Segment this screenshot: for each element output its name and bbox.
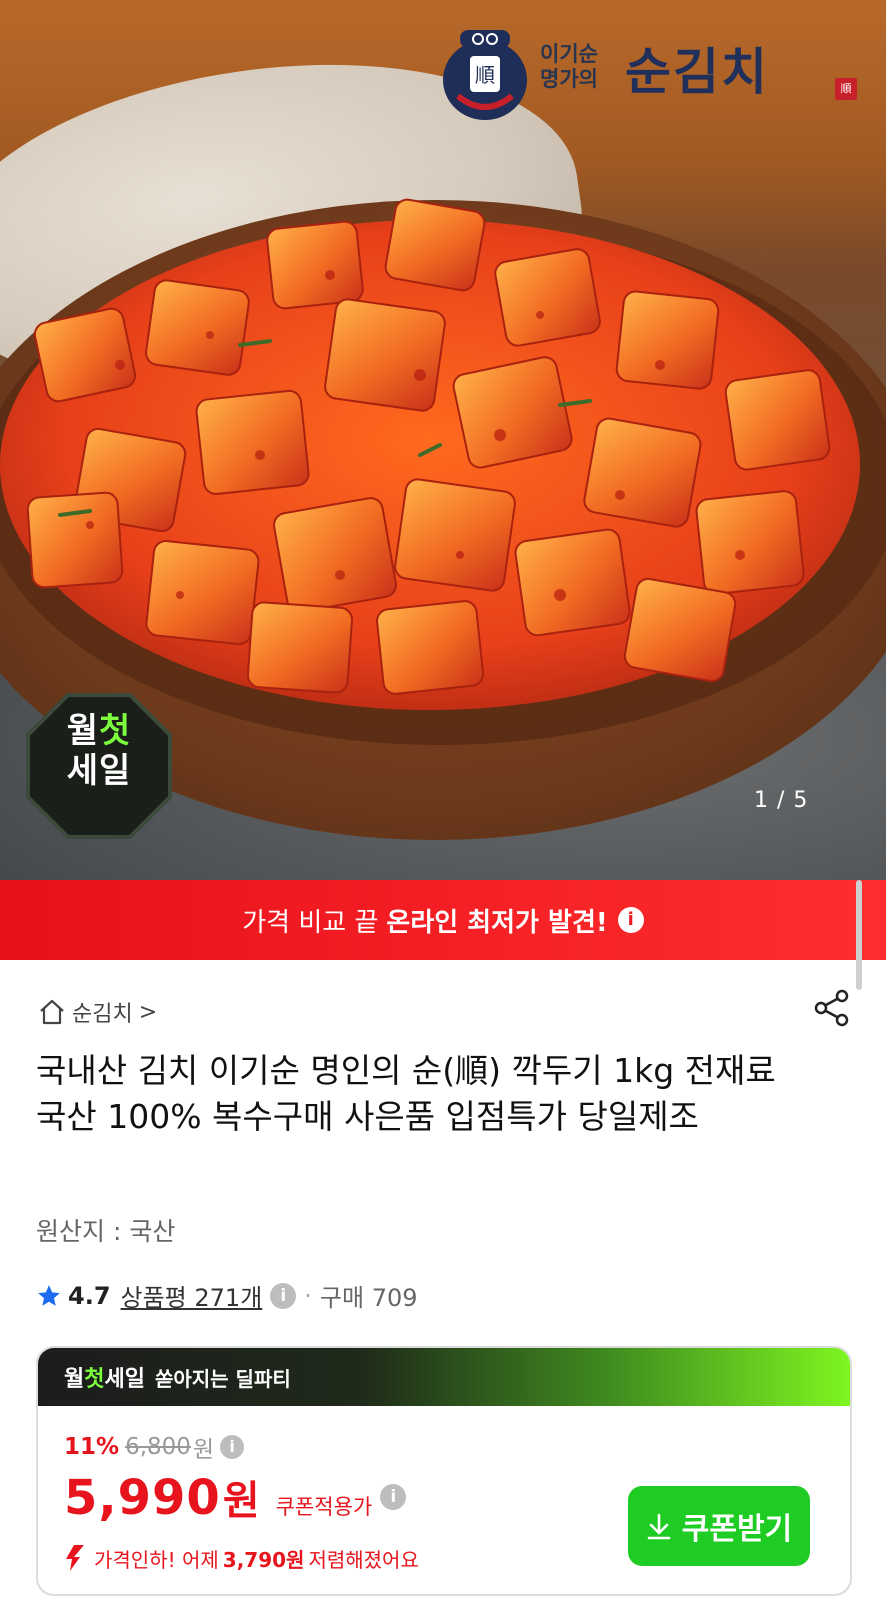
star-icon: [38, 1284, 60, 1306]
price-unit: 원: [222, 1478, 260, 1524]
product-origin: 원산지 : 국산: [36, 1217, 176, 1246]
separator: ·: [304, 1281, 312, 1310]
download-icon: [647, 1513, 671, 1540]
breadcrumb[interactable]: 순김치 >: [38, 996, 157, 1028]
scrollbar[interactable]: [856, 880, 862, 990]
deal-box: 월 첫 세일 쏟아지는 딜파티 11% 6,800 원 i 5,990 원 쿠폰적용…: [36, 1346, 852, 1596]
discount-percent: 11%: [64, 1434, 120, 1460]
sale-badge-text: 월첫 세일: [66, 711, 132, 791]
price-row: 5,990 원 쿠폰적용가 i: [64, 1468, 407, 1526]
coupon-button-label: 쿠폰받기: [681, 1512, 793, 1547]
purchase-count: 구매 709: [319, 1284, 418, 1312]
banner-text: 가격 비교 끝: [242, 907, 379, 938]
chevron-right-icon: >: [138, 999, 158, 1025]
info-icon[interactable]: i: [220, 1435, 245, 1459]
deal-header: 월 첫 세일 쏟아지는 딜파티: [38, 1348, 850, 1406]
kimchi-cubes: [0, 198, 860, 710]
banner-strong-text: 온라인 최저가 발견!: [386, 907, 608, 938]
info-icon[interactable]: i: [380, 1484, 407, 1510]
won-unit: 원: [192, 1437, 215, 1463]
logo-seal: 順: [835, 78, 857, 100]
image-counter: 1 / 5: [754, 788, 809, 813]
product-title: 국내산 김치 이기순 명인의 순(順) 깍두기 1kg 전재료 국산 100% …: [36, 1051, 776, 1136]
price-drop-note: 가격인하! 어제 3,790원 저렴해졌어요: [64, 1543, 419, 1573]
lowest-price-banner[interactable]: 가격 비교 끝 온라인 최저가 발견! i: [0, 880, 886, 960]
product-image[interactable]: 順 이기순 명가의 순김치 順 월첫 세일 1 / 5: [0, 0, 886, 880]
rating-row: 4.7 상품평 271개 i · 구매 709: [36, 1278, 418, 1313]
info-icon[interactable]: i: [270, 1282, 297, 1309]
brand-logo: 順 이기순 명가의 순김치 順: [440, 26, 860, 126]
logo-subtitle: 이기순 명가의: [540, 42, 598, 91]
sale-price: 5,990: [64, 1470, 221, 1526]
home-icon: [40, 999, 64, 1025]
original-price: 6,800: [125, 1434, 191, 1460]
logo-title: 순김치: [625, 44, 769, 100]
sale-badge: 월첫 세일: [26, 693, 172, 839]
get-coupon-button[interactable]: 쿠폰받기: [628, 1486, 810, 1566]
deal-header-sub: 쏟아지는 딜파티: [154, 1366, 291, 1391]
breadcrumb-label: 순김치: [72, 1002, 133, 1027]
info-icon[interactable]: i: [617, 907, 644, 933]
reviews-link[interactable]: 상품평 271개: [121, 1278, 263, 1313]
discount-row: 11% 6,800 원 i: [64, 1430, 245, 1464]
share-icon[interactable]: [812, 988, 852, 1028]
arrow-down-icon: [66, 1545, 84, 1571]
svg-text:順: 順: [475, 63, 495, 87]
rating-score: 4.7: [68, 1281, 111, 1310]
jar-logo-icon: 順: [443, 30, 527, 120]
coupon-price-label: 쿠폰적용가: [275, 1495, 373, 1519]
